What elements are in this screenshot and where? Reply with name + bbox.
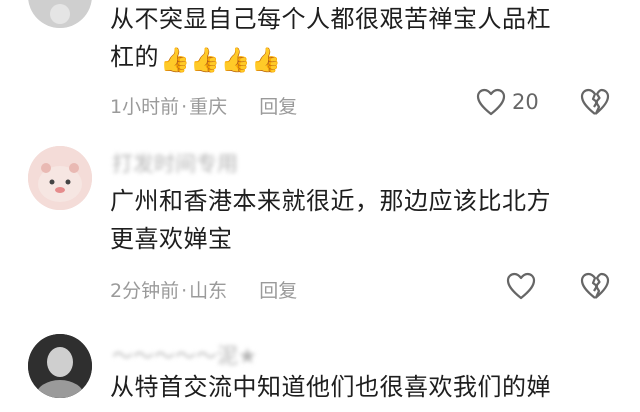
avatar[interactable]: [28, 0, 92, 28]
comment-meta: 2分钟前 · 山东 回复: [110, 280, 298, 302]
thumbs-up-emoji: 👍👍👍👍: [160, 46, 282, 74]
like-count: 20: [512, 90, 539, 114]
comment-time: 1小时前: [110, 96, 180, 118]
comment-text: 从不突显自己每个人都很艰苦禅宝人品杠 杠的👍👍👍👍: [110, 0, 602, 79]
heart-outline-icon: [506, 272, 536, 300]
broken-heart-icon: [580, 272, 610, 299]
dislike-button[interactable]: [580, 272, 610, 300]
comment-time: 2分钟前: [110, 280, 180, 302]
comment-text-line: 更喜欢婵宝: [110, 225, 233, 253]
broken-heart-icon: [580, 88, 610, 115]
comment-location: 山东: [189, 280, 228, 302]
avatar[interactable]: [28, 334, 92, 398]
comment-text-line: 杠的: [110, 43, 159, 71]
like-button[interactable]: [506, 272, 542, 300]
heart-outline-icon: [476, 88, 506, 116]
dislike-button[interactable]: [580, 88, 610, 116]
username[interactable]: 打发时间专用: [112, 148, 238, 178]
comment-text: 从特首交流中知道他们也很喜欢我们的婵: [110, 368, 602, 406]
like-button[interactable]: 20: [476, 88, 539, 116]
comment-meta: 1小时前 · 重庆 回复: [110, 96, 298, 118]
reply-button[interactable]: 回复: [259, 280, 297, 302]
reply-button[interactable]: 回复: [259, 96, 297, 118]
comment-text-line: 广州和香港本来就很近，那边应该比北方: [110, 187, 551, 215]
comment-text-line: 从不突显自己每个人都很艰苦禅宝人品杠: [110, 5, 551, 33]
username[interactable]: ～～～～～泥★: [112, 340, 257, 370]
comment-text-line: 从特首交流中知道他们也很喜欢我们的婵: [110, 373, 551, 401]
comment-location: 重庆: [189, 96, 228, 118]
comment-text: 广州和香港本来就很近，那边应该比北方 更喜欢婵宝: [110, 182, 602, 258]
avatar[interactable]: [28, 146, 92, 210]
